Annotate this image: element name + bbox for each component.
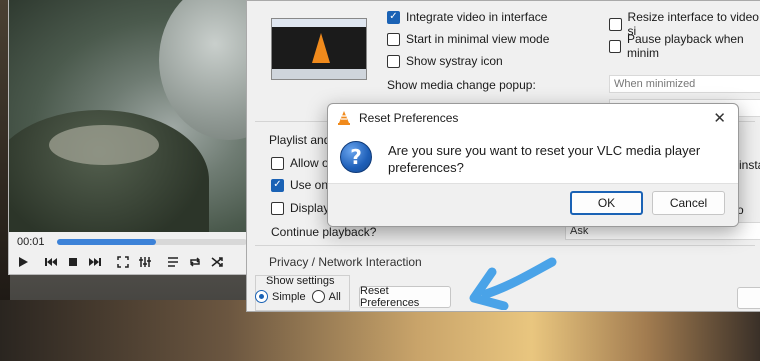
- fullscreen-icon[interactable]: [113, 252, 133, 272]
- previous-icon[interactable]: [41, 252, 61, 272]
- dialog-message: Are you sure you want to reset your VLC …: [388, 143, 701, 175]
- instance-label-fragment: instance: [739, 158, 760, 172]
- cancel-button[interactable]: Cancel: [652, 191, 725, 215]
- check-icon: ✓: [271, 178, 284, 192]
- playlist-icon[interactable]: [163, 252, 183, 272]
- allow-one-instance-checkbox[interactable]: Allow o: [271, 156, 329, 170]
- save-button-partial[interactable]: [737, 287, 760, 309]
- show-settings-label: Show settings: [266, 275, 335, 287]
- elapsed-time: 00:01: [17, 236, 45, 248]
- vlc-player-window: 00:01: [8, 0, 262, 275]
- integrate-video-checkbox[interactable]: ✓ Integrate video in interface: [387, 10, 547, 24]
- show-settings-group: Show settings Simple All: [255, 275, 350, 311]
- shuffle-icon[interactable]: [207, 252, 227, 272]
- reset-preferences-button[interactable]: Reset Preferences: [359, 285, 451, 309]
- playback-controls: [13, 252, 227, 272]
- close-icon[interactable]: ✕: [713, 109, 726, 127]
- play-icon[interactable]: [13, 252, 33, 272]
- annotation-arrow-icon: [469, 257, 557, 310]
- dialog-titlebar: Reset Preferences ✕: [328, 104, 738, 132]
- question-icon: ?: [340, 141, 372, 173]
- seek-bar[interactable]: [57, 239, 247, 245]
- ok-button[interactable]: OK: [570, 191, 643, 215]
- systray-checkbox[interactable]: Show systray icon: [387, 54, 503, 68]
- media-popup-label: Show media change popup:: [387, 78, 536, 92]
- simple-radio[interactable]: Simple: [255, 290, 306, 303]
- stop-icon[interactable]: [63, 252, 83, 272]
- divider: [255, 245, 755, 246]
- dialog-title: Reset Preferences: [359, 111, 459, 125]
- media-popup-select[interactable]: When minimized: [609, 75, 760, 93]
- pause-minimized-checkbox[interactable]: Pause playback when minim: [609, 32, 760, 60]
- continue-playback-label: Continue playback?: [271, 225, 377, 239]
- reset-preferences-dialog: Reset Preferences ✕ ? Are you sure you w…: [327, 103, 739, 227]
- all-radio[interactable]: All: [311, 290, 341, 303]
- equalizer-icon[interactable]: [135, 252, 155, 272]
- interface-preview-image: [271, 18, 367, 80]
- next-icon[interactable]: [85, 252, 105, 272]
- loop-icon[interactable]: [185, 252, 205, 272]
- check-icon: ✓: [387, 10, 400, 24]
- vlc-cone-icon: [338, 111, 350, 125]
- seek-bar-fill: [57, 239, 156, 245]
- video-frame: [9, 0, 261, 232]
- privacy-group-title: Privacy / Network Interaction: [269, 255, 422, 269]
- minimal-view-checkbox[interactable]: Start in minimal view mode: [387, 32, 549, 46]
